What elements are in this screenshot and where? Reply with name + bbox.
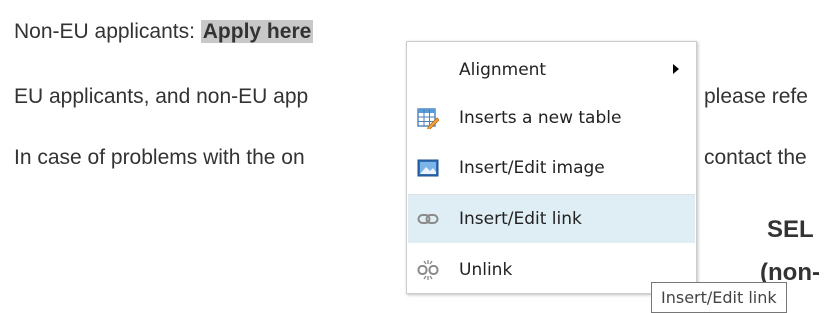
paragraph-text-right: please refe xyxy=(704,85,808,108)
menu-item-insert-table[interactable]: Inserts a new table xyxy=(408,94,695,142)
paragraph-text-left: In case of problems with the on xyxy=(14,146,305,169)
submenu-arrow-icon xyxy=(673,64,679,74)
menu-item-insert-edit-image[interactable]: Insert/Edit image xyxy=(408,144,695,192)
paragraph-text: Non-EU applicants: xyxy=(14,20,201,43)
paragraph-text-right: contact the xyxy=(704,146,807,169)
menu-item-label: Alignment xyxy=(459,60,547,80)
context-menu: Alignment Inserts a new table Insert/Edi… xyxy=(406,41,697,294)
menu-item-label: Insert/Edit image xyxy=(459,158,605,178)
editor-paragraph-eu[interactable]: EU applicants, and non-EU app please ref… xyxy=(14,84,808,110)
menu-item-label: Insert/Edit link xyxy=(459,209,582,229)
editor-paragraph-problems[interactable]: In case of problems with the on contact … xyxy=(14,145,807,171)
menu-item-alignment[interactable]: Alignment xyxy=(408,46,695,94)
menu-item-label: Unlink xyxy=(459,260,513,280)
table-icon xyxy=(417,108,439,129)
section-heading: SEL xyxy=(767,216,814,243)
editor-paragraph-non-eu[interactable]: Non-EU applicants: Apply here xyxy=(14,19,314,45)
menu-item-insert-edit-link[interactable]: Insert/Edit link xyxy=(408,195,695,243)
paragraph-text-left: EU applicants, and non-EU app xyxy=(14,85,309,108)
tooltip: Insert/Edit link xyxy=(651,282,787,313)
link-icon xyxy=(417,214,439,224)
unlink-icon xyxy=(417,260,439,280)
apply-here-link[interactable]: Apply here xyxy=(200,20,314,43)
menu-item-label: Inserts a new table xyxy=(459,108,622,128)
image-icon xyxy=(417,159,439,177)
